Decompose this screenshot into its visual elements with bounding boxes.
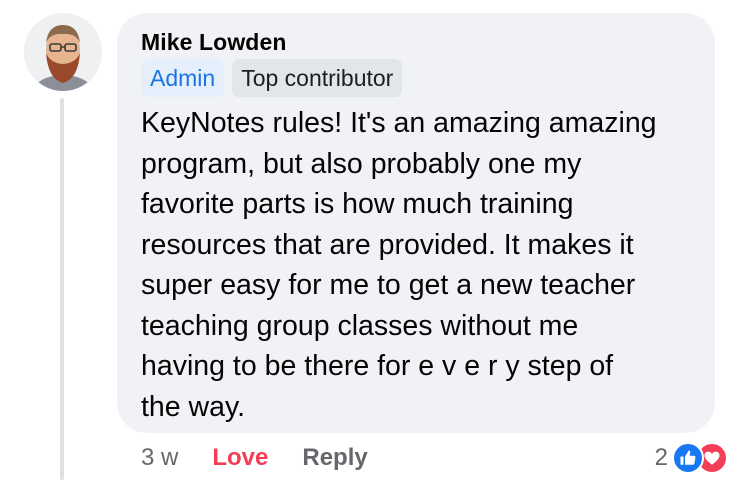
reply-button[interactable]: Reply <box>302 444 367 472</box>
comment-timestamp[interactable]: 3 w <box>141 444 178 472</box>
reply-thread-line <box>60 98 64 480</box>
avatar-image <box>24 13 102 91</box>
comment-text: KeyNotes rules! It's an amazing amazing … <box>141 107 657 423</box>
top-contributor-badge[interactable]: Top contributor <box>232 59 403 97</box>
admin-badge[interactable]: Admin <box>141 59 225 97</box>
reaction-count: 2 <box>654 444 668 471</box>
author-badges: Admin Top contributor <box>141 59 403 97</box>
reaction-icons <box>672 441 728 475</box>
love-button[interactable]: Love <box>212 444 268 472</box>
avatar[interactable] <box>24 13 102 91</box>
like-icon <box>672 442 704 474</box>
comment-author-name[interactable]: Mike Lowden <box>141 29 287 56</box>
reactions-summary[interactable]: 2 <box>655 440 728 476</box>
comment-actions: 3 w Love Reply <box>141 440 368 476</box>
comment-container: Mike Lowden Admin Top contributor KeyNot… <box>0 0 750 480</box>
comment-bubble: Mike Lowden Admin Top contributor KeyNot… <box>117 13 715 433</box>
